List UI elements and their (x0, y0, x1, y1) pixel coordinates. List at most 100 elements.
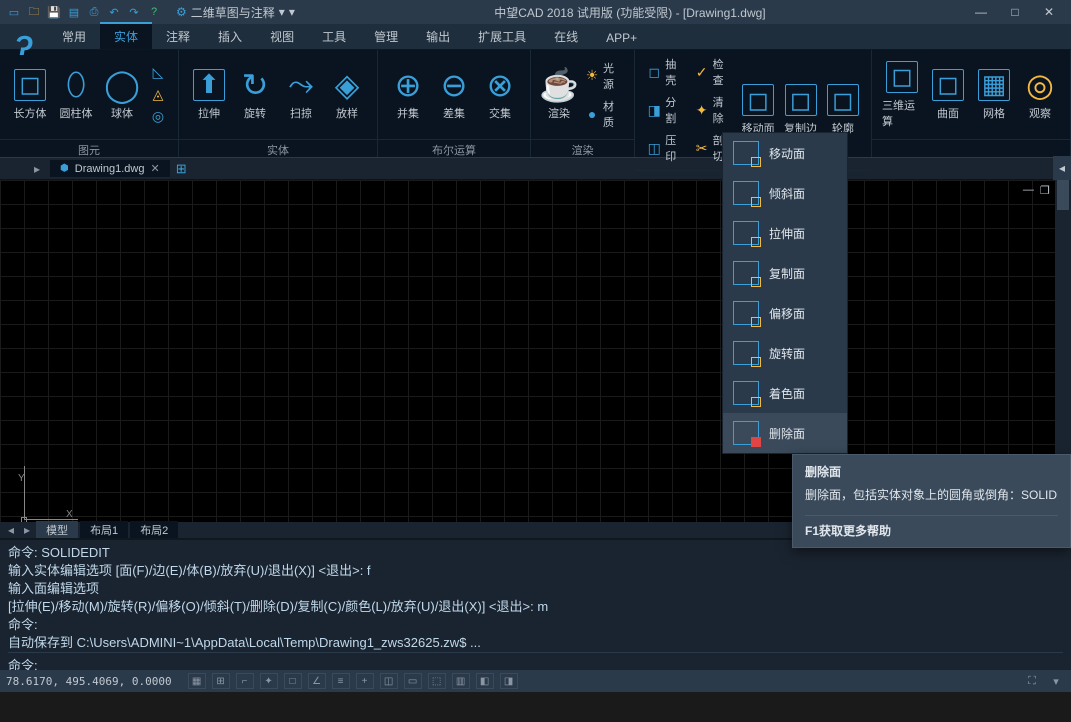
settings-icon[interactable]: ▾ (1047, 673, 1065, 689)
sweep-button[interactable]: ⤳扫掠 (279, 67, 323, 123)
doc-minimize-button[interactable]: — (1023, 184, 1034, 197)
shell-button[interactable]: ◻抽壳 (643, 54, 688, 90)
otrack-toggle[interactable]: ∠ (308, 673, 326, 689)
doc-restore-button[interactable]: ❐ (1040, 184, 1050, 197)
tab-annotate[interactable]: 注释 (152, 24, 204, 49)
render-button[interactable]: ☕渲染 (539, 67, 579, 123)
grid-toggle[interactable]: ⊞ (212, 673, 230, 689)
layout-prev-icon[interactable]: ◂ (4, 523, 18, 537)
box-button[interactable]: ◻长方体 (8, 67, 52, 123)
close-tab-icon[interactable]: ✕ (150, 162, 159, 175)
tab-output[interactable]: 输出 (412, 24, 464, 49)
silhouette-icon: ◻ (827, 84, 859, 116)
model-toggle[interactable]: ▭ (404, 673, 422, 689)
layout-tab-2[interactable]: 布局2 (130, 521, 178, 538)
torus-button[interactable]: ◎ (146, 107, 170, 127)
document-tab[interactable]: ⬢ Drawing1.dwg ✕ (50, 160, 170, 177)
tab-tools[interactable]: 工具 (308, 24, 360, 49)
slice-icon: ◨ (647, 102, 661, 118)
check-icon: ✓ (695, 64, 709, 80)
tab-app[interactable]: APP+ (592, 27, 651, 49)
expand-icon[interactable]: ⛶ (1023, 673, 1041, 689)
slice-button[interactable]: ◨分割 (643, 92, 688, 128)
dd-color-face[interactable]: 着色面 (723, 373, 847, 413)
misc-toggle-2[interactable]: ▥ (452, 673, 470, 689)
intersect-button[interactable]: ⊗交集 (478, 67, 522, 123)
tooltip-body: 删除面，包括实体对象上的圆角或倒角：SOLIDED (805, 486, 1058, 503)
command-prompt[interactable]: 命令: (8, 652, 1063, 670)
lwt-toggle[interactable]: ≡ (332, 673, 350, 689)
extrude-button[interactable]: ⬆拉伸 (187, 67, 231, 123)
ortho-toggle[interactable]: ⌐ (236, 673, 254, 689)
material-button[interactable]: ●材质 (581, 96, 626, 132)
polar-toggle[interactable]: ✦ (260, 673, 278, 689)
layout-next-icon[interactable]: ▸ (20, 523, 34, 537)
dd-move-face[interactable]: 移动面 (723, 133, 847, 173)
tab-common[interactable]: 常用 (48, 24, 100, 49)
tab-express[interactable]: 扩展工具 (464, 24, 540, 49)
snap-toggle[interactable]: ▦ (188, 673, 206, 689)
undo-icon[interactable]: ↶ (106, 4, 122, 20)
minimize-button[interactable]: — (965, 2, 997, 22)
print-icon[interactable]: ⎙ (86, 4, 102, 20)
workspace-selector[interactable]: ⚙ 二维草图与注释 ▾ ▾ (176, 4, 295, 21)
surface-button[interactable]: ◻曲面 (926, 67, 970, 123)
saveas-icon[interactable]: ▤ (66, 4, 82, 20)
observe-button[interactable]: ◎观察 (1018, 67, 1062, 123)
cylinder-button[interactable]: ⬯圆柱体 (54, 67, 98, 123)
coordinates[interactable]: 78.6170, 495.4069, 0.0000 (6, 675, 172, 688)
ribbon: ◻长方体 ⬯圆柱体 ◯球体 ◺ ◬ ◎ 图元 ⬆拉伸 ↻旋转 ⤳扫掠 ◈放样 实… (0, 50, 1071, 158)
wedge-button[interactable]: ◺ (146, 63, 170, 83)
revolve-button[interactable]: ↻旋转 (233, 67, 277, 123)
dd-extrude-face[interactable]: 拉伸面 (723, 213, 847, 253)
maximize-button[interactable]: □ (999, 2, 1031, 22)
surface-icon: ◻ (932, 69, 964, 101)
doc-expand-icon[interactable]: ▸ (30, 162, 44, 176)
cycle-toggle[interactable]: ◫ (380, 673, 398, 689)
union-button[interactable]: ⊕并集 (386, 67, 430, 123)
osnap-toggle[interactable]: □ (284, 673, 302, 689)
moveface-button[interactable]: ◻移动面 (738, 82, 778, 138)
check-button[interactable]: ✓检查 (691, 54, 736, 90)
sphere-button[interactable]: ◯球体 (100, 67, 144, 123)
new-tab-button[interactable]: ⊞ (176, 161, 187, 177)
tab-online[interactable]: 在线 (540, 24, 592, 49)
subtract-button[interactable]: ⊖差集 (432, 67, 476, 123)
tab-manage[interactable]: 管理 (360, 24, 412, 49)
dd-offset-face[interactable]: 偏移面 (723, 293, 847, 333)
redo-icon[interactable]: ↷ (126, 4, 142, 20)
close-button[interactable]: ✕ (1033, 2, 1065, 22)
dyn-toggle[interactable]: + (356, 673, 374, 689)
tab-insert[interactable]: 插入 (204, 24, 256, 49)
copyedge-button[interactable]: ◻复制边 (780, 82, 820, 138)
right-panel-toggle[interactable]: ◂ (1053, 156, 1071, 180)
clean-button[interactable]: ✦清除 (691, 92, 736, 128)
loft-button[interactable]: ◈放样 (325, 67, 369, 123)
3dop-button[interactable]: ◻三维运算 (880, 59, 924, 131)
silhouette-button[interactable]: ◻轮廓 (823, 82, 863, 138)
tooltip: 删除面 删除面，包括实体对象上的圆角或倒角：SOLIDED F1获取更多帮助 (792, 454, 1071, 548)
open-icon[interactable]: 🗀 (26, 4, 42, 20)
new-icon[interactable]: ▭ (6, 4, 22, 20)
dd-taper-face[interactable]: 倾斜面 (723, 173, 847, 213)
tab-solid[interactable]: 实体 (100, 22, 152, 49)
layout-tab-1[interactable]: 布局1 (80, 521, 128, 538)
dd-delete-face[interactable]: 删除面 (723, 413, 847, 453)
misc-toggle-1[interactable]: ⬚ (428, 673, 446, 689)
tab-view[interactable]: 视图 (256, 24, 308, 49)
misc-toggle-3[interactable]: ◧ (476, 673, 494, 689)
app-logo[interactable]: Ɂ (6, 24, 42, 68)
group-label (872, 139, 1070, 157)
misc-toggle-4[interactable]: ◨ (500, 673, 518, 689)
cone-button[interactable]: ◬ (146, 85, 170, 105)
imprint-button[interactable]: ◫压印 (643, 130, 688, 166)
light-button[interactable]: ☀光源 (581, 58, 626, 94)
mesh-button[interactable]: ▦网格 (972, 67, 1016, 123)
command-line[interactable]: 命令: SOLIDEDIT 输入实体编辑选项 [面(F)/边(E)/体(B)/放… (0, 538, 1071, 670)
help-icon[interactable]: ? (146, 4, 162, 20)
save-icon[interactable]: 💾 (46, 4, 62, 20)
layout-tab-model[interactable]: 模型 (36, 521, 78, 538)
dd-copy-face[interactable]: 复制面 (723, 253, 847, 293)
ribbon-group-render: ☕渲染 ☀光源 ●材质 渲染 (531, 50, 635, 157)
dd-rotate-face[interactable]: 旋转面 (723, 333, 847, 373)
